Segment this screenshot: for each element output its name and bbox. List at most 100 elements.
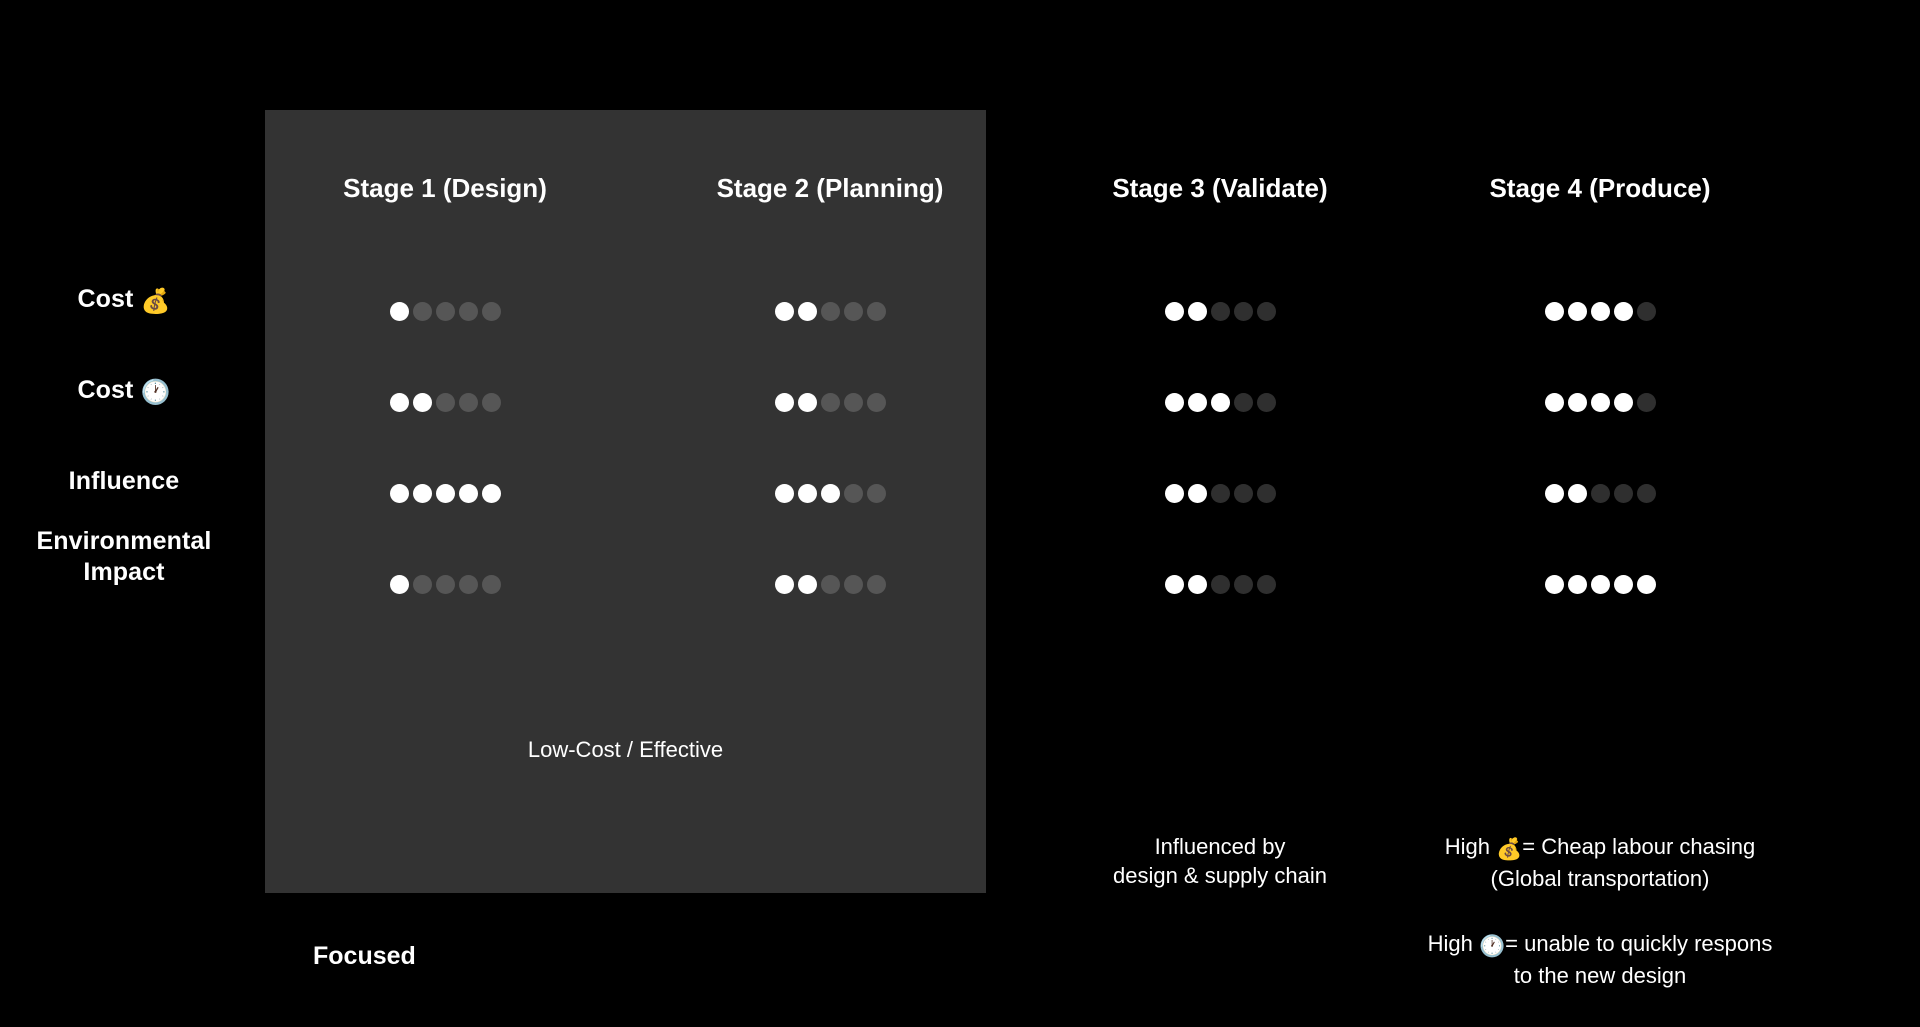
rating-dot-filled bbox=[1164, 483, 1184, 503]
rating-dot-empty bbox=[866, 574, 886, 594]
stage-4-rating-cost-money bbox=[1420, 299, 1780, 323]
stage-column-1: Stage 1 (Design) Focused bbox=[265, 110, 625, 970]
slide-canvas: Cost 💰 Cost 🕐 Influence Environmental Im… bbox=[0, 0, 1920, 1027]
rating-dot-empty bbox=[843, 301, 863, 321]
rating-dot-filled bbox=[1544, 574, 1564, 594]
rating-dot-filled bbox=[1164, 392, 1184, 412]
rating-dots bbox=[389, 392, 501, 412]
stage-3-rating-environmental-impact bbox=[1040, 572, 1400, 596]
note-stage-4-money-line1: High 💰= Cheap labour chasing bbox=[1380, 832, 1820, 864]
note-stage-4-money-rest: = Cheap labour chasing bbox=[1522, 834, 1756, 859]
note-stage-4-money-line2: (Global transportation) bbox=[1490, 865, 1710, 891]
rating-dot-empty bbox=[481, 301, 501, 321]
rating-dot-empty bbox=[820, 301, 840, 321]
rating-dot-filled bbox=[1590, 301, 1610, 321]
stage-4-rating-environmental-impact bbox=[1420, 572, 1780, 596]
rating-dots bbox=[389, 483, 501, 503]
row-label-cost-money: Cost 💰 bbox=[0, 284, 248, 317]
rating-dot-filled bbox=[774, 574, 794, 594]
row-label-environmental-impact: Environmental Impact bbox=[0, 526, 248, 588]
rating-dot-empty bbox=[1636, 392, 1656, 412]
rating-dot-empty bbox=[843, 574, 863, 594]
rating-dot-empty bbox=[481, 574, 501, 594]
rating-dot-filled bbox=[1567, 392, 1587, 412]
rating-dot-empty bbox=[1233, 392, 1253, 412]
rating-dot-filled bbox=[389, 574, 409, 594]
rating-dots bbox=[774, 574, 886, 594]
row-label-cost-time-text: Cost bbox=[77, 376, 134, 404]
rating-dots bbox=[1164, 483, 1276, 503]
rating-dot-filled bbox=[797, 574, 817, 594]
rating-dot-empty bbox=[435, 574, 455, 594]
rating-dot-filled bbox=[1613, 301, 1633, 321]
note-stage-4-time-line1: High 🕐= unable to quickly respons bbox=[1380, 929, 1820, 961]
rating-dots bbox=[1544, 301, 1656, 321]
rating-dot-empty bbox=[1256, 574, 1276, 594]
stage-column-2: Stage 2 (Planning) bbox=[650, 110, 1010, 893]
note-stage-4-time-line2: to the new design bbox=[1513, 962, 1687, 988]
rating-dot-filled bbox=[774, 483, 794, 503]
rating-dots bbox=[774, 301, 886, 321]
rating-dot-empty bbox=[458, 392, 478, 412]
rating-dot-filled bbox=[412, 392, 432, 412]
rating-dot-filled bbox=[1567, 483, 1587, 503]
note-stage-4-time-rest: = unable to quickly respons bbox=[1505, 931, 1773, 956]
stage-3-title: Stage 3 (Validate) bbox=[1112, 173, 1328, 203]
note-stage-4-time: High 🕐= unable to quickly respons to the… bbox=[1380, 929, 1820, 990]
row-label-environmental-line2: Impact bbox=[83, 558, 165, 586]
note-stage-3-line1: Influenced by bbox=[1154, 834, 1286, 859]
stage-4-rating-cost-time bbox=[1420, 390, 1780, 414]
rating-dot-empty bbox=[1210, 301, 1230, 321]
rating-dot-empty bbox=[843, 392, 863, 412]
note-focused: Focused bbox=[313, 942, 416, 970]
rating-dot-empty bbox=[1636, 301, 1656, 321]
rating-dot-empty bbox=[820, 574, 840, 594]
rating-dot-filled bbox=[774, 301, 794, 321]
rating-dots bbox=[389, 574, 501, 594]
rating-dot-filled bbox=[1544, 392, 1564, 412]
stage-1-rating-cost-money bbox=[265, 299, 625, 323]
stage-column-3: Stage 3 (Validate) Influenced by design … bbox=[1040, 110, 1400, 893]
rating-dot-filled bbox=[1187, 392, 1207, 412]
rating-dot-filled bbox=[774, 392, 794, 412]
rating-dot-empty bbox=[1210, 574, 1230, 594]
rating-dot-filled bbox=[797, 301, 817, 321]
stage-2-rating-environmental-impact bbox=[650, 572, 1010, 596]
rating-dot-filled bbox=[1210, 392, 1230, 412]
rating-dot-filled bbox=[1567, 574, 1587, 594]
stage-3-rating-cost-time bbox=[1040, 390, 1400, 414]
rating-dot-filled bbox=[458, 483, 478, 503]
rating-dot-filled bbox=[389, 392, 409, 412]
stage-4-rating-influence bbox=[1420, 481, 1780, 505]
stage-4-title: Stage 4 (Produce) bbox=[1489, 173, 1711, 203]
money-bag-icon: 💰 bbox=[140, 288, 171, 315]
rating-dots bbox=[1164, 301, 1276, 321]
rating-dot-empty bbox=[866, 483, 886, 503]
stage-3-rating-influence bbox=[1040, 481, 1400, 505]
rating-dot-empty bbox=[820, 392, 840, 412]
rating-dot-filled bbox=[1544, 483, 1564, 503]
row-label-influence-text: Influence bbox=[68, 467, 180, 495]
note-stage-4-money-prefix: High bbox=[1444, 834, 1490, 859]
rating-dots bbox=[774, 392, 886, 412]
rating-dot-empty bbox=[1210, 483, 1230, 503]
stage-3-rating-cost-money bbox=[1040, 299, 1400, 323]
rating-dot-empty bbox=[1256, 483, 1276, 503]
rating-dot-filled bbox=[389, 301, 409, 321]
rating-dot-filled bbox=[389, 483, 409, 503]
stage-1-rating-cost-time bbox=[265, 390, 625, 414]
rating-dot-filled bbox=[1164, 301, 1184, 321]
rating-dot-filled bbox=[481, 483, 501, 503]
rating-dot-filled bbox=[1613, 574, 1633, 594]
rating-dot-empty bbox=[412, 301, 432, 321]
rating-dots bbox=[1164, 392, 1276, 412]
rating-dots bbox=[389, 301, 501, 321]
rating-dot-filled bbox=[1636, 574, 1656, 594]
stage-2-title: Stage 2 (Planning) bbox=[716, 173, 944, 203]
rating-dot-empty bbox=[481, 392, 501, 412]
clock-icon: 🕐 bbox=[1478, 935, 1506, 958]
stage-2-rating-cost-time bbox=[650, 390, 1010, 414]
rating-dots bbox=[1544, 574, 1656, 594]
note-stage-4-money: High 💰= Cheap labour chasing (Global tra… bbox=[1380, 832, 1820, 893]
rating-dots bbox=[1544, 483, 1656, 503]
